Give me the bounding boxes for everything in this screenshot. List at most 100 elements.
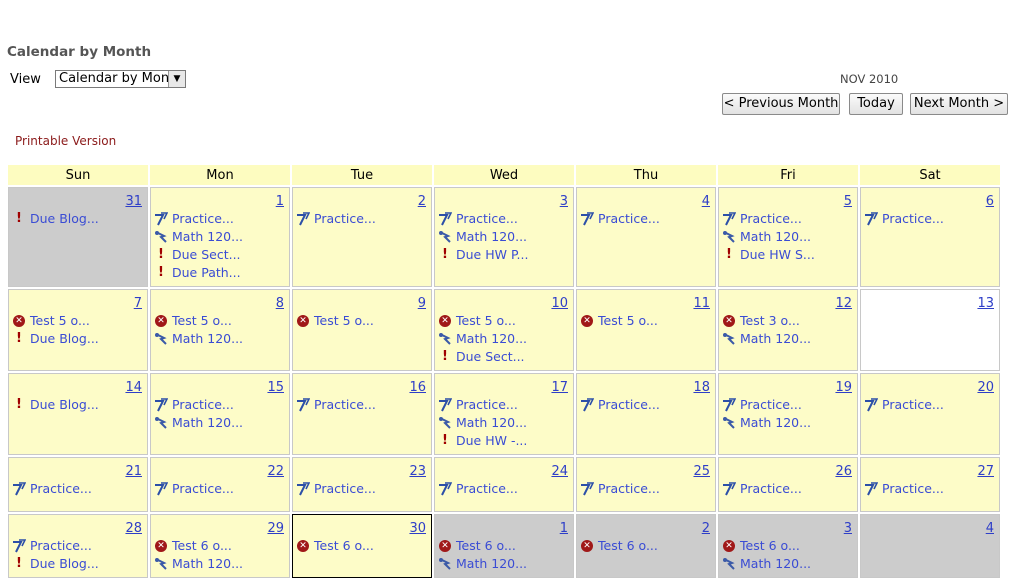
event-label[interactable]: Due Blog...: [30, 396, 99, 414]
event-label[interactable]: Math 120...: [740, 228, 811, 246]
day-number-link[interactable]: 20: [977, 380, 994, 395]
calendar-event[interactable]: Math 120...: [435, 330, 573, 348]
calendar-day-cell[interactable]: 21 Practice...: [8, 457, 148, 512]
calendar-day-cell[interactable]: 1 Practice... Math 120...! Due Sect...! Due …: [150, 187, 290, 287]
day-number-link[interactable]: 16: [409, 380, 426, 395]
calendar-event[interactable]: Practice...: [9, 480, 147, 498]
calendar-event[interactable]: Math 120...: [151, 228, 289, 246]
day-number-link[interactable]: 19: [835, 380, 852, 395]
day-number-link[interactable]: 1: [276, 194, 284, 209]
day-number-link[interactable]: 24: [551, 464, 568, 479]
calendar-event[interactable]: Practice...: [577, 480, 715, 498]
calendar-event[interactable]: Practice...: [577, 210, 715, 228]
event-label[interactable]: Test 5 o...: [314, 312, 374, 330]
day-number-link[interactable]: 30: [409, 521, 426, 536]
event-label[interactable]: Due Blog...: [30, 555, 99, 573]
calendar-event[interactable]: ✕ Test 6 o...: [577, 537, 715, 555]
event-label[interactable]: Due Sect...: [456, 348, 525, 366]
calendar-event[interactable]: ✕ Test 6 o...: [435, 537, 573, 555]
calendar-day-cell[interactable]: 22 Practice...: [150, 457, 290, 512]
day-number-link[interactable]: 9: [418, 296, 426, 311]
calendar-day-cell[interactable]: 27 Practice...: [860, 457, 1000, 512]
event-label[interactable]: Test 6 o...: [314, 537, 374, 555]
calendar-event[interactable]: Practice...: [861, 480, 999, 498]
calendar-event[interactable]: ! Due HW -...: [435, 432, 573, 450]
calendar-event[interactable]: Practice...: [719, 480, 857, 498]
printable-version-link[interactable]: Printable Version: [15, 134, 116, 148]
event-label[interactable]: Test 6 o...: [172, 537, 232, 555]
calendar-event[interactable]: Math 120...: [151, 555, 289, 573]
calendar-day-cell[interactable]: 7 ✕ Test 5 o...! Due Blog...: [8, 289, 148, 371]
day-number-link[interactable]: 2: [702, 521, 710, 536]
day-number-link[interactable]: 8: [276, 296, 284, 311]
event-label[interactable]: Practice...: [172, 210, 234, 228]
event-label[interactable]: Practice...: [30, 537, 92, 555]
calendar-event[interactable]: Practice...: [719, 210, 857, 228]
calendar-event[interactable]: Practice...: [435, 210, 573, 228]
event-label[interactable]: Math 120...: [456, 330, 527, 348]
event-label[interactable]: Practice...: [882, 396, 944, 414]
event-label[interactable]: Practice...: [598, 396, 660, 414]
calendar-day-cell[interactable]: 10 ✕ Test 5 o... Math 120...! Due Sect...: [434, 289, 574, 371]
calendar-event[interactable]: Math 120...: [719, 414, 857, 432]
calendar-day-cell[interactable]: 26 Practice...: [718, 457, 858, 512]
event-label[interactable]: Math 120...: [172, 228, 243, 246]
day-number-link[interactable]: 21: [125, 464, 142, 479]
day-number-link[interactable]: 14: [125, 380, 142, 395]
calendar-event[interactable]: Math 120...: [151, 330, 289, 348]
calendar-event[interactable]: Practice...: [151, 396, 289, 414]
calendar-day-cell[interactable]: 12 ✕ Test 3 o... Math 120...: [718, 289, 858, 371]
day-number-link[interactable]: 12: [835, 296, 852, 311]
calendar-day-cell[interactable]: 4 Practice...: [576, 187, 716, 287]
event-label[interactable]: Math 120...: [172, 555, 243, 573]
next-month-button[interactable]: Next Month >: [910, 93, 1008, 115]
day-number-link[interactable]: 5: [844, 194, 852, 209]
day-number-link[interactable]: 1: [560, 521, 568, 536]
event-label[interactable]: Math 120...: [740, 555, 811, 573]
event-label[interactable]: Due Blog...: [30, 210, 99, 228]
calendar-day-cell[interactable]: 28 Practice...! Due Blog...: [8, 514, 148, 578]
calendar-event[interactable]: Practice...: [293, 210, 431, 228]
calendar-event[interactable]: ✕ Test 5 o...: [151, 312, 289, 330]
event-label[interactable]: Practice...: [456, 210, 518, 228]
event-label[interactable]: Test 6 o...: [456, 537, 516, 555]
calendar-day-cell[interactable]: 8 ✕ Test 5 o... Math 120...: [150, 289, 290, 371]
day-number-link[interactable]: 31: [125, 194, 142, 209]
calendar-event[interactable]: Practice...: [861, 210, 999, 228]
today-button[interactable]: Today: [849, 93, 903, 115]
event-label[interactable]: Practice...: [456, 480, 518, 498]
previous-month-button[interactable]: < Previous Month: [722, 93, 840, 115]
calendar-day-cell[interactable]: 1 ✕ Test 6 o... Math 120...: [434, 514, 574, 578]
event-label[interactable]: Practice...: [740, 480, 802, 498]
calendar-event[interactable]: ! Due Sect...: [435, 348, 573, 366]
calendar-event[interactable]: ✕ Test 6 o...: [719, 537, 857, 555]
day-number-link[interactable]: 3: [560, 194, 568, 209]
calendar-event[interactable]: ! Due Blog...: [9, 396, 147, 414]
event-label[interactable]: Test 6 o...: [740, 537, 800, 555]
event-label[interactable]: Practice...: [172, 396, 234, 414]
day-number-link[interactable]: 29: [267, 521, 284, 536]
event-label[interactable]: Math 120...: [740, 330, 811, 348]
event-label[interactable]: Practice...: [314, 210, 376, 228]
event-label[interactable]: Math 120...: [740, 414, 811, 432]
calendar-day-cell[interactable]: 17 Practice... Math 120...! Due HW -...: [434, 373, 574, 455]
day-number-link[interactable]: 25: [693, 464, 710, 479]
calendar-event[interactable]: ! Due Blog...: [9, 210, 147, 228]
calendar-day-cell[interactable]: 30 ✕ Test 6 o...: [292, 514, 432, 578]
day-number-link[interactable]: 27: [977, 464, 994, 479]
calendar-event[interactable]: Practice...: [151, 480, 289, 498]
calendar-day-cell[interactable]: 31! Due Blog...: [8, 187, 148, 287]
day-number-link[interactable]: 7: [134, 296, 142, 311]
event-label[interactable]: Math 120...: [456, 555, 527, 573]
calendar-event[interactable]: ✕ Test 6 o...: [293, 537, 431, 555]
calendar-event[interactable]: Math 120...: [719, 228, 857, 246]
chevron-down-icon[interactable]: ▼: [168, 71, 185, 87]
calendar-event[interactable]: ! Due Sect...: [151, 246, 289, 264]
calendar-day-cell[interactable]: 16 Practice...: [292, 373, 432, 455]
event-label[interactable]: Math 120...: [456, 228, 527, 246]
event-label[interactable]: Practice...: [314, 480, 376, 498]
event-label[interactable]: Due HW P...: [456, 246, 528, 264]
calendar-day-cell[interactable]: 6 Practice...: [860, 187, 1000, 287]
event-label[interactable]: Test 5 o...: [456, 312, 516, 330]
calendar-day-cell[interactable]: 14! Due Blog...: [8, 373, 148, 455]
